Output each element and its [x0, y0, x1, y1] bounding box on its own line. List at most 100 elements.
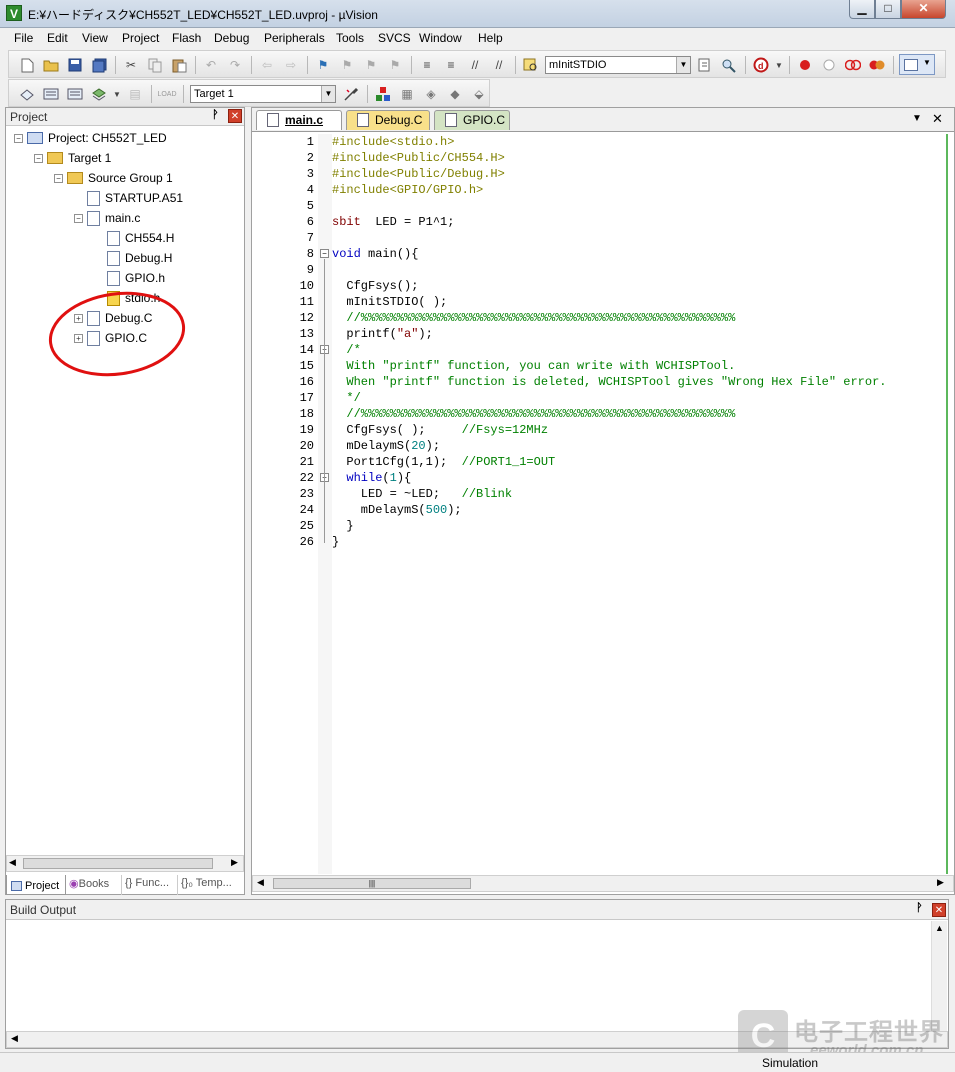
- tree-item[interactable]: Debug.H: [6, 248, 244, 268]
- tree-item[interactable]: − main.c: [6, 208, 244, 228]
- scroll-left-icon[interactable]: ◀: [11, 1033, 18, 1044]
- collapse-icon[interactable]: −: [34, 153, 43, 163]
- new-file-icon[interactable]: [19, 57, 35, 73]
- menu-edit[interactable]: Edit: [47, 31, 68, 45]
- software-packs-icon[interactable]: ⬙: [471, 86, 487, 102]
- scroll-left-icon[interactable]: ◀: [257, 877, 264, 888]
- close-window-button[interactable]: ✕: [901, 0, 946, 19]
- project-horizontal-scrollbar[interactable]: ◀ ▶: [6, 855, 244, 872]
- menu-window[interactable]: Window: [419, 31, 462, 45]
- tab-templates[interactable]: {}₀ Temp...: [178, 875, 242, 895]
- target-options-icon[interactable]: [343, 86, 359, 102]
- batch-build-icon[interactable]: [91, 86, 107, 102]
- tree-item[interactable]: − Project: CH552T_LED: [6, 128, 244, 148]
- disable-all-breakpoints-icon[interactable]: [845, 57, 861, 73]
- fold-toggle-icon[interactable]: −: [320, 249, 329, 258]
- rebuild-icon[interactable]: [67, 86, 83, 102]
- tab-debug-c[interactable]: Debug.C: [346, 110, 430, 130]
- open-folder-icon[interactable]: [43, 57, 59, 73]
- pin-icon[interactable]: ᚹ: [916, 902, 923, 914]
- undo-icon[interactable]: ↶: [203, 57, 219, 73]
- window-layout-button[interactable]: ▼: [899, 54, 935, 75]
- batch-dropdown-icon[interactable]: ▼: [109, 86, 125, 102]
- tree-item[interactable]: − Source Group 1: [6, 168, 244, 188]
- scroll-right-icon[interactable]: ▶: [231, 857, 238, 868]
- navigate-forward-icon[interactable]: ⇨: [283, 57, 299, 73]
- tree-item[interactable]: GPIO.h: [6, 268, 244, 288]
- menu-project[interactable]: Project: [122, 31, 159, 45]
- find-in-files-icon[interactable]: [523, 57, 539, 73]
- clear-bookmarks-icon[interactable]: ⚑: [387, 57, 403, 73]
- menu-peripherals[interactable]: Peripherals: [264, 31, 325, 45]
- paste-icon[interactable]: [171, 57, 187, 73]
- debug-session-icon[interactable]: d: [753, 57, 769, 73]
- dropdown-arrow-icon[interactable]: ▼: [321, 86, 335, 102]
- collapse-icon[interactable]: −: [14, 133, 23, 143]
- insert-bookmark-icon[interactable]: ⚑: [315, 57, 331, 73]
- manage-project-items-icon[interactable]: [375, 86, 391, 102]
- minimize-button[interactable]: ▁: [849, 0, 875, 19]
- debug-dropdown-icon[interactable]: ▼: [771, 57, 787, 73]
- close-panel-icon[interactable]: ✕: [932, 903, 946, 917]
- target-select-combo[interactable]: Target 1 ▼: [190, 85, 336, 103]
- cut-icon[interactable]: ✂: [123, 57, 139, 73]
- scroll-thumb[interactable]: |||: [273, 878, 471, 889]
- menu-file[interactable]: File: [14, 31, 33, 45]
- scroll-thumb[interactable]: [23, 858, 213, 869]
- enable-breakpoint-icon[interactable]: [821, 57, 837, 73]
- scroll-up-icon[interactable]: ▲: [935, 923, 944, 933]
- editor-horizontal-scrollbar[interactable]: ◀ ||| ▶: [252, 875, 954, 892]
- close-tab-icon[interactable]: ✕: [932, 111, 943, 127]
- save-all-icon[interactable]: [91, 57, 107, 73]
- collapse-icon[interactable]: −: [54, 173, 63, 183]
- pack-installer-icon[interactable]: ◆: [447, 86, 463, 102]
- tab-project[interactable]: Project: [6, 875, 66, 895]
- kill-all-breakpoints-icon[interactable]: [869, 57, 885, 73]
- insert-breakpoint-icon[interactable]: [797, 57, 813, 73]
- find-combo[interactable]: mInitSTDIO ▼: [545, 56, 691, 74]
- menu-view[interactable]: View: [82, 31, 108, 45]
- uvision-app-icon[interactable]: V: [6, 5, 22, 21]
- comment-icon[interactable]: //: [467, 57, 483, 73]
- translate-icon[interactable]: [19, 86, 35, 102]
- previous-bookmark-icon[interactable]: ⚑: [339, 57, 355, 73]
- line-number: 2: [306, 151, 314, 165]
- tab-gpio-c[interactable]: GPIO.C: [434, 110, 510, 130]
- tab-functions[interactable]: {} Func...: [122, 875, 178, 895]
- find-references-icon[interactable]: [721, 57, 737, 73]
- code-token: 20: [411, 439, 426, 453]
- incremental-find-icon[interactable]: [697, 57, 713, 73]
- next-bookmark-icon[interactable]: ⚑: [363, 57, 379, 73]
- tree-item[interactable]: CH554.H: [6, 228, 244, 248]
- dropdown-arrow-icon[interactable]: ▼: [676, 57, 690, 73]
- menu-debug[interactable]: Debug: [214, 31, 249, 45]
- code-area[interactable]: #include<stdio.h> #include<Public/CH554.H…: [332, 134, 948, 874]
- tab-books[interactable]: ◉Books: [66, 875, 122, 895]
- uncomment-icon[interactable]: //: [491, 57, 507, 73]
- build-icon[interactable]: [43, 86, 59, 102]
- select-packs-icon[interactable]: ▦: [399, 86, 415, 102]
- menu-tools[interactable]: Tools: [336, 31, 364, 45]
- redo-icon[interactable]: ↷: [227, 57, 243, 73]
- tree-item[interactable]: − Target 1: [6, 148, 244, 168]
- tab-main-c[interactable]: main.c: [256, 110, 342, 130]
- menu-flash[interactable]: Flash: [172, 31, 201, 45]
- scroll-left-icon[interactable]: ◀: [9, 857, 16, 868]
- unindent-icon[interactable]: ≡: [443, 57, 459, 73]
- indent-icon[interactable]: ≡: [419, 57, 435, 73]
- copy-icon[interactable]: [147, 57, 163, 73]
- menu-svcs[interactable]: SVCS: [378, 31, 411, 45]
- pin-icon[interactable]: ᚹ: [212, 109, 219, 121]
- save-icon[interactable]: [67, 57, 83, 73]
- stop-build-icon[interactable]: ▤: [127, 86, 143, 102]
- download-load-icon[interactable]: LOAD: [157, 86, 176, 102]
- scroll-right-icon[interactable]: ▶: [937, 877, 944, 888]
- menu-help[interactable]: Help: [478, 31, 503, 45]
- tree-item[interactable]: STARTUP.A51: [6, 188, 244, 208]
- tab-list-icon[interactable]: ▼: [912, 113, 922, 124]
- collapse-icon[interactable]: −: [74, 213, 83, 223]
- manage-run-time-icon[interactable]: ◈: [423, 86, 439, 102]
- navigate-back-icon[interactable]: ⇦: [259, 57, 275, 73]
- close-panel-icon[interactable]: ✕: [228, 109, 242, 123]
- maximize-button[interactable]: □: [875, 0, 901, 19]
